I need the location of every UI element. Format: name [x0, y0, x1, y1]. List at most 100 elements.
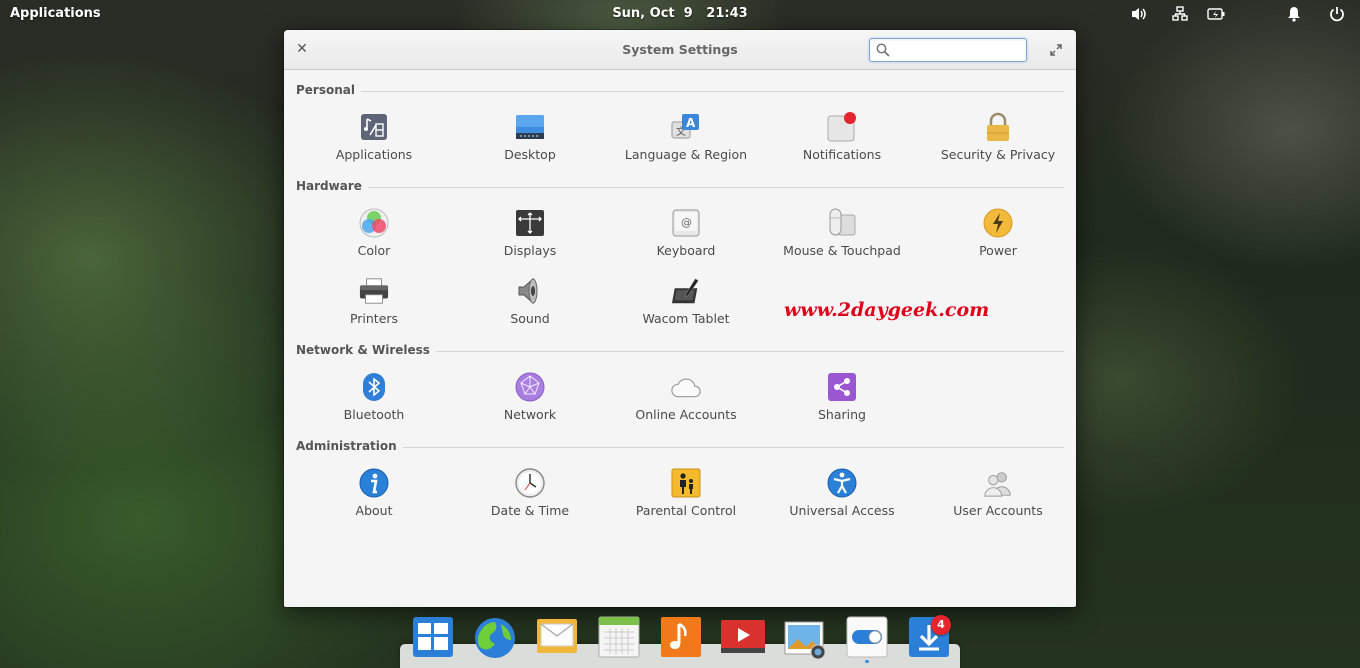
plug-language-region[interactable]: 文A Language & Region: [608, 98, 764, 166]
plug-date-time[interactable]: Date & Time: [452, 454, 608, 522]
item-label: Bluetooth: [343, 407, 405, 422]
online-accounts-icon: [671, 372, 701, 402]
web-browser-icon: [475, 618, 515, 658]
wacom-tablet-icon: [671, 276, 701, 306]
watermark-text: www.2daygeek.com: [784, 299, 990, 321]
plug-mouse-touchpad[interactable]: Mouse & Touchpad: [764, 194, 920, 262]
plug-about[interactable]: About: [296, 454, 452, 522]
maximize-icon[interactable]: [1049, 42, 1065, 58]
section-grid: About Date & Time Parental Control Unive…: [296, 454, 1064, 522]
section-grid: Applications Desktop 文A Language & Regio…: [296, 98, 1064, 166]
plug-notifications[interactable]: Notifications: [764, 98, 920, 166]
section-title: Personal: [296, 83, 361, 97]
settings-content: Personal Applications Desktop 文A Languag…: [284, 70, 1076, 522]
plug-color[interactable]: Color: [296, 194, 452, 262]
notifications-icon[interactable]: [1283, 4, 1305, 24]
plug-displays[interactable]: Displays: [452, 194, 608, 262]
keyboard-icon: @: [671, 208, 701, 238]
titlebar: ✕ System Settings: [284, 30, 1076, 70]
item-label: Sound: [510, 311, 550, 326]
search-input[interactable]: [894, 41, 1022, 59]
item-label: Wacom Tablet: [642, 311, 730, 326]
plug-network[interactable]: Network: [452, 358, 608, 426]
battery-icon[interactable]: [1205, 4, 1227, 24]
applications-menu[interactable]: Applications: [10, 6, 101, 21]
item-label: Universal Access: [789, 503, 895, 518]
plug-applications[interactable]: Applications: [296, 98, 452, 166]
bluetooth-icon: [359, 372, 389, 402]
svg-text:A: A: [686, 116, 696, 130]
section-title: Network & Wireless: [296, 343, 436, 357]
search-field[interactable]: [869, 38, 1027, 62]
volume-icon[interactable]: [1128, 4, 1150, 24]
plug-wacom-tablet[interactable]: Wacom Tablet: [608, 262, 764, 330]
item-label: Power: [979, 243, 1017, 258]
dock-item-music[interactable]: [656, 616, 706, 662]
dock-item-system-settings[interactable]: [842, 616, 892, 663]
item-label: User Accounts: [953, 503, 1043, 518]
dock-item-photos[interactable]: [780, 616, 830, 662]
section-title: Hardware: [296, 179, 368, 193]
plug-sharing[interactable]: Sharing: [764, 358, 920, 426]
plug-keyboard[interactable]: @ Keyboard: [608, 194, 764, 262]
notifications-icon: [827, 112, 857, 142]
date-time-icon: [515, 468, 545, 498]
top-panel: Applications Sun, Oct 9 21:43: [0, 0, 1360, 28]
section-personal: Personal: [296, 70, 1064, 98]
close-icon[interactable]: ✕: [294, 41, 310, 57]
system-settings-icon: [846, 616, 888, 658]
parental-control-icon: [671, 468, 701, 498]
item-label: Parental Control: [635, 503, 737, 518]
network-icon[interactable]: [1169, 4, 1191, 24]
datetime-indicator-wrap: Sun, Oct 9 21:43: [0, 6, 1360, 21]
desktop-icon: [515, 112, 545, 142]
dock-item-multitasking[interactable]: [408, 616, 458, 662]
about-icon: [359, 468, 389, 498]
item-label: Security & Privacy: [940, 147, 1056, 162]
item-label: Applications: [335, 147, 413, 162]
plug-security-privacy[interactable]: Security & Privacy: [920, 98, 1076, 166]
section-network-wireless: Network & Wireless: [296, 330, 1064, 358]
section-hardware: Hardware: [296, 166, 1064, 194]
dock-item-web-browser[interactable]: [470, 616, 520, 662]
power-icon[interactable]: [1326, 4, 1348, 24]
applications-icon: [359, 112, 389, 142]
dock-item-appcenter[interactable]: 4: [904, 615, 954, 662]
plug-bluetooth[interactable]: Bluetooth: [296, 358, 452, 426]
item-label: Desktop: [504, 147, 556, 162]
dock-item-mail[interactable]: [532, 616, 582, 662]
dock-item-calendar[interactable]: [594, 616, 644, 662]
datetime-indicator[interactable]: Sun, Oct 9 21:43: [612, 6, 747, 21]
svg-text:@: @: [681, 216, 692, 229]
search-icon: [876, 43, 890, 57]
music-icon: [661, 617, 701, 657]
plug-sound[interactable]: Sound: [452, 262, 608, 330]
system-settings-window: ✕ System Settings Personal Applications: [284, 30, 1076, 607]
user-accounts-icon: [983, 468, 1013, 498]
plug-online-accounts[interactable]: Online Accounts: [608, 358, 764, 426]
plug-printers[interactable]: Printers: [296, 262, 452, 330]
plug-user-accounts[interactable]: User Accounts: [920, 454, 1076, 522]
running-indicator: [865, 660, 869, 663]
item-label: Displays: [503, 243, 557, 258]
dock-item-videos[interactable]: [718, 616, 768, 662]
section-administration: Administration: [296, 426, 1064, 454]
universal-access-icon: [827, 468, 857, 498]
photos-icon: [784, 621, 826, 660]
dock-icons: 4: [408, 615, 954, 663]
mail-icon: [537, 619, 577, 653]
printers-icon: [359, 276, 389, 306]
plug-desktop[interactable]: Desktop: [452, 98, 608, 166]
plug-power[interactable]: Power: [920, 194, 1076, 262]
power-icon: [983, 208, 1013, 238]
network-icon: [515, 372, 545, 402]
sound-icon: [515, 276, 545, 306]
item-label: Notifications: [802, 147, 882, 162]
item-label: Network: [503, 407, 557, 422]
section-grid: Bluetooth Network Online Accounts Sharin…: [296, 358, 1064, 426]
color-icon: [359, 208, 389, 238]
plug-universal-access[interactable]: Universal Access: [764, 454, 920, 522]
videos-icon: [721, 620, 765, 653]
plug-parental-control[interactable]: Parental Control: [608, 454, 764, 522]
item-label: Online Accounts: [635, 407, 737, 422]
